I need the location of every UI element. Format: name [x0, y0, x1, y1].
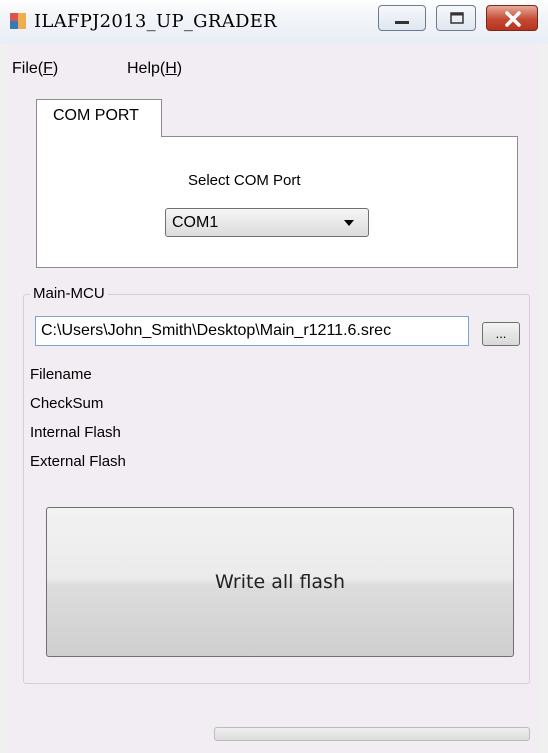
tab-com-port-label: COM PORT	[53, 107, 139, 124]
app-window: ILAFPJ2013_UP_GRADER File(F) Help(H) COM…	[0, 0, 548, 753]
maximize-icon	[450, 12, 464, 24]
internal-flash-label: Internal Flash	[30, 424, 121, 441]
minimize-icon	[395, 21, 409, 24]
menu-help[interactable]: Help(H)	[127, 60, 182, 78]
browse-button[interactable]: ...	[482, 322, 520, 346]
window-title: ILAFPJ2013_UP_GRADER	[34, 11, 278, 32]
title-bar[interactable]: ILAFPJ2013_UP_GRADER	[0, 0, 548, 44]
write-all-flash-button[interactable]: Write all flash	[46, 507, 514, 657]
main-mcu-group-label: Main-MCU	[30, 285, 108, 302]
select-com-port-label: Select COM Port	[188, 172, 301, 189]
tab-com-port[interactable]: COM PORT	[36, 99, 162, 137]
filename-label: Filename	[30, 366, 92, 383]
app-window-icon	[10, 13, 26, 29]
menu-file-tail: )	[52, 60, 59, 77]
menu-file-label: File(	[12, 60, 44, 77]
menu-help-tail: )	[176, 60, 183, 77]
file-path-input[interactable]	[35, 316, 469, 346]
menu-help-mnemonic: H	[165, 60, 177, 77]
progress-bar	[214, 727, 530, 741]
checksum-label: CheckSum	[30, 395, 104, 412]
menu-file[interactable]: File(F)	[12, 60, 58, 78]
maximize-button[interactable]	[436, 5, 476, 31]
external-flash-label: External Flash	[30, 453, 126, 470]
menu-help-label: Help(	[127, 60, 166, 77]
com-port-dropdown[interactable]: COM1	[165, 208, 369, 237]
menu-file-mnemonic: F	[43, 60, 53, 77]
dropdown-arrow-icon	[344, 220, 354, 226]
com-port-panel	[36, 136, 518, 268]
close-button[interactable]	[486, 5, 538, 31]
com-port-value: COM1	[172, 214, 219, 231]
close-icon	[505, 11, 521, 27]
minimize-button[interactable]	[378, 5, 426, 31]
